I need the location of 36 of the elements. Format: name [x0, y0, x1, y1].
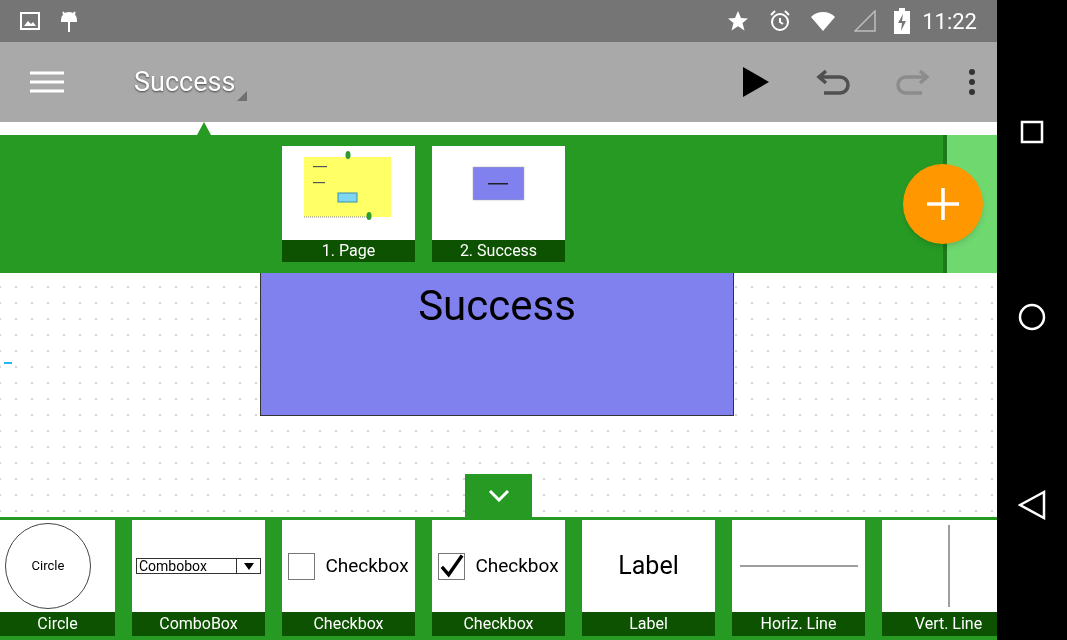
redo-icon: [894, 67, 930, 97]
widget-label: Circle: [0, 612, 115, 636]
home-icon[interactable]: [1018, 303, 1046, 331]
menu-icon: [30, 71, 64, 93]
dropdown-arrow-icon: [243, 562, 254, 570]
widget-label: Checkbox: [282, 612, 415, 636]
page-label: 1. Page: [282, 240, 415, 262]
checkbox-label: Checkbox: [325, 552, 409, 579]
wifi-icon: [810, 10, 837, 32]
play-icon: [743, 67, 769, 97]
recents-icon[interactable]: [1020, 119, 1044, 144]
widget-label: Vert. Line: [882, 612, 997, 636]
box-text: Success: [418, 285, 576, 332]
guide-mark: [4, 362, 12, 364]
dropdown-corner-icon: [237, 91, 248, 101]
back-icon[interactable]: [1018, 490, 1046, 521]
checkbox-label: Checkbox: [475, 552, 559, 579]
signal-icon: [854, 10, 877, 32]
undo-icon: [816, 67, 852, 97]
collapse-palette-button[interactable]: [465, 474, 532, 517]
label-preview: Label: [618, 550, 679, 583]
page-preview-drawing: [472, 166, 525, 201]
plus-icon: [927, 188, 959, 220]
widget-label: Label: [582, 612, 715, 636]
chevron-down-icon: [487, 489, 510, 502]
image-icon: [20, 12, 40, 30]
star-icon: [726, 9, 751, 33]
widget-label: Checkbox: [432, 612, 565, 636]
combobox-preview: Combobox: [136, 558, 261, 574]
battery-icon: [894, 8, 911, 34]
page-label: 2. Success: [432, 240, 565, 262]
clock-time: 11:22: [922, 7, 977, 36]
widget-label: ComboBox: [132, 612, 265, 636]
success-box[interactable]: Success: [260, 273, 734, 416]
widget-label: Horiz. Line: [732, 612, 865, 636]
more-icon: [969, 69, 975, 95]
